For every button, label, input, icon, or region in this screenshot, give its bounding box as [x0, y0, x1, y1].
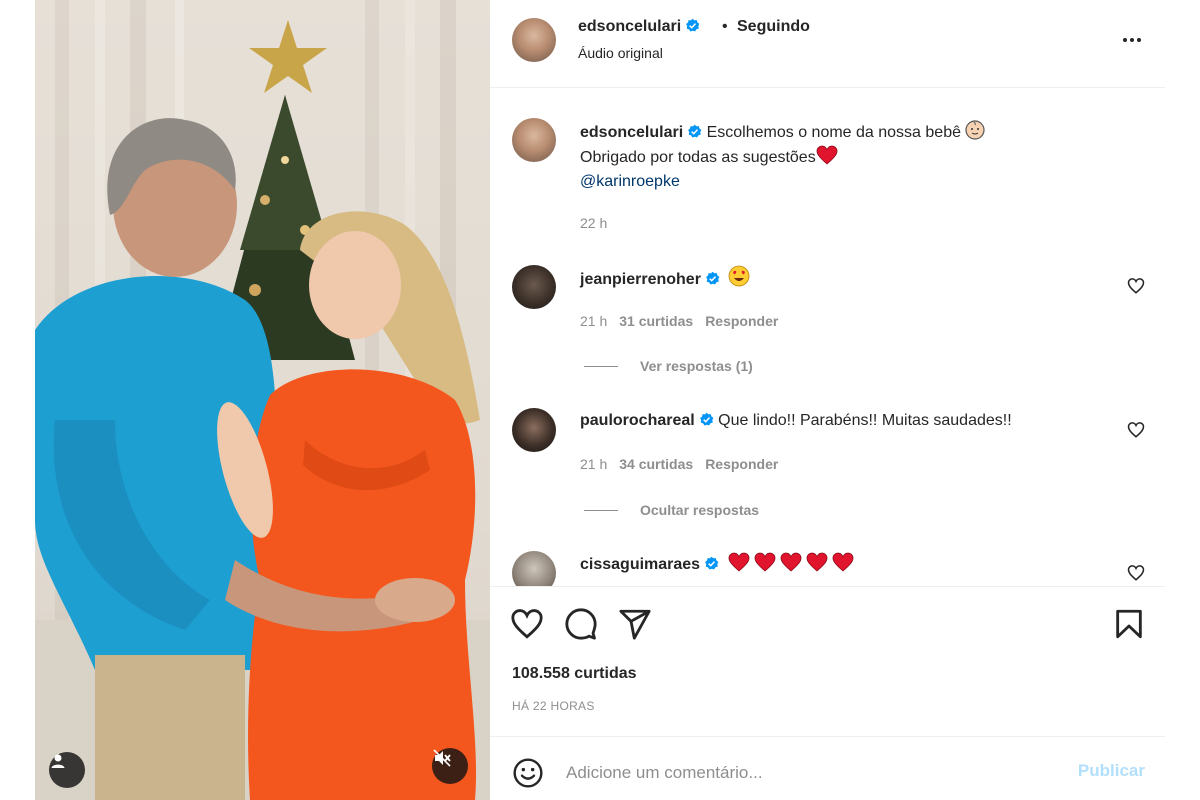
more-options-button[interactable] [1117, 28, 1147, 52]
emoji-picker-icon[interactable] [512, 757, 544, 789]
caption-line-1: Escolhemos o nome da nossa bebê [706, 124, 961, 141]
comment-3-like-icon[interactable] [1127, 564, 1145, 582]
replies-divider-line [584, 365, 618, 367]
comment-3-clip: cissaguimaraes [490, 540, 1165, 586]
verified-badge-icon [686, 18, 700, 32]
mention-link[interactable]: @karinroepke [580, 173, 680, 190]
person-icon [51, 754, 65, 768]
separator-dot: • [722, 18, 728, 35]
comment-1-meta: 21 h 31 curtidas Responder [580, 313, 778, 329]
comment-1-likes[interactable]: 31 curtidas [619, 313, 693, 329]
post-details-panel: edsoncelulari • Seguindo Áudio original … [490, 0, 1165, 800]
caption-username[interactable]: edsoncelulari [580, 124, 683, 141]
comment-2-time[interactable]: 21 h [580, 456, 607, 472]
author-username-row[interactable]: edsoncelulari [578, 18, 700, 36]
hide-replies-label[interactable]: Ocultar respostas [640, 502, 759, 518]
add-comment-bar: Publicar [490, 736, 1165, 800]
author-avatar[interactable] [512, 18, 556, 62]
share-paper-plane-icon[interactable] [618, 607, 652, 641]
red-heart-icon [816, 145, 838, 165]
comment-3-text: cissaguimaraes [580, 552, 854, 577]
comment-2-likes[interactable]: 34 curtidas [619, 456, 693, 472]
comment-2-text: paulorochareal Que lindo!! Parabéns!! Mu… [580, 409, 1012, 433]
commenter-avatar[interactable] [512, 551, 556, 586]
commenter-avatar[interactable] [512, 265, 556, 309]
replies-divider-line [584, 509, 618, 511]
like-heart-icon[interactable] [510, 607, 544, 641]
view-replies-label[interactable]: Ver respostas (1) [640, 358, 753, 374]
verified-badge-icon [706, 271, 720, 285]
more-dot-icon [1123, 38, 1127, 42]
comment-1-view-replies[interactable]: Ver respostas (1) [584, 358, 753, 374]
tagged-users-button[interactable] [49, 752, 85, 788]
comment-2-hide-replies[interactable]: Ocultar respostas [584, 502, 759, 518]
caption-text: edsoncelulari Escolhemos o nome da nossa… [580, 120, 986, 194]
baby-face-icon [965, 120, 986, 140]
verified-badge-icon [705, 556, 719, 570]
author-username[interactable]: edsoncelulari [578, 18, 681, 35]
comment-1-time[interactable]: 21 h [580, 313, 607, 329]
post-header: edsoncelulari • Seguindo Áudio original [490, 0, 1165, 88]
red-heart-icon [780, 552, 801, 572]
comment-1-reply-button[interactable]: Responder [705, 313, 778, 329]
post-video[interactable] [35, 0, 490, 800]
caption-time[interactable]: 22 h [580, 215, 607, 231]
comment-1-like-icon[interactable] [1127, 277, 1145, 295]
comment-2-like-icon[interactable] [1127, 421, 1145, 439]
comment-3-hearts [724, 552, 854, 573]
comment-1-username[interactable]: jeanpierrenoher [580, 271, 701, 288]
comment-bubble-icon[interactable] [564, 607, 598, 641]
comment-input[interactable] [566, 757, 1046, 789]
comment-1-text: jeanpierrenoher [580, 265, 750, 292]
commenter-avatar[interactable] [512, 408, 556, 452]
post-timestamp[interactable]: HÁ 22 HORAS [512, 699, 595, 713]
caption-line-2: Obrigado por todas as sugestões [580, 149, 816, 166]
red-heart-icon [832, 552, 853, 572]
speaker-muted-icon [433, 749, 451, 767]
video-frame-illustration [35, 0, 490, 800]
likes-count[interactable]: 108.558 curtidas [512, 665, 637, 683]
following-button[interactable]: Seguindo [737, 18, 810, 36]
comment-2-username[interactable]: paulorochareal [580, 412, 695, 429]
mute-toggle-button[interactable] [432, 748, 468, 784]
verified-badge-icon [688, 124, 702, 138]
post-actions: 108.558 curtidas HÁ 22 HORAS [490, 586, 1165, 736]
more-dot-icon [1137, 38, 1141, 42]
audio-link[interactable]: Áudio original [578, 45, 663, 61]
publish-button[interactable]: Publicar [1078, 761, 1145, 781]
red-heart-icon [754, 552, 775, 572]
comment-2-body: Que lindo!! Parabéns!! Muitas saudades!! [718, 412, 1012, 429]
comment-2-meta: 21 h 34 curtidas Responder [580, 456, 778, 472]
red-heart-icon [806, 552, 827, 572]
caption-author-avatar[interactable] [512, 118, 556, 162]
save-bookmark-icon[interactable] [1112, 607, 1146, 641]
more-dot-icon [1130, 38, 1134, 42]
red-heart-icon [728, 552, 749, 572]
verified-badge-icon [699, 412, 714, 426]
heart-eyes-icon [728, 265, 750, 287]
comment-3-username[interactable]: cissaguimaraes [580, 556, 700, 573]
comment-2-reply-button[interactable]: Responder [705, 456, 778, 472]
